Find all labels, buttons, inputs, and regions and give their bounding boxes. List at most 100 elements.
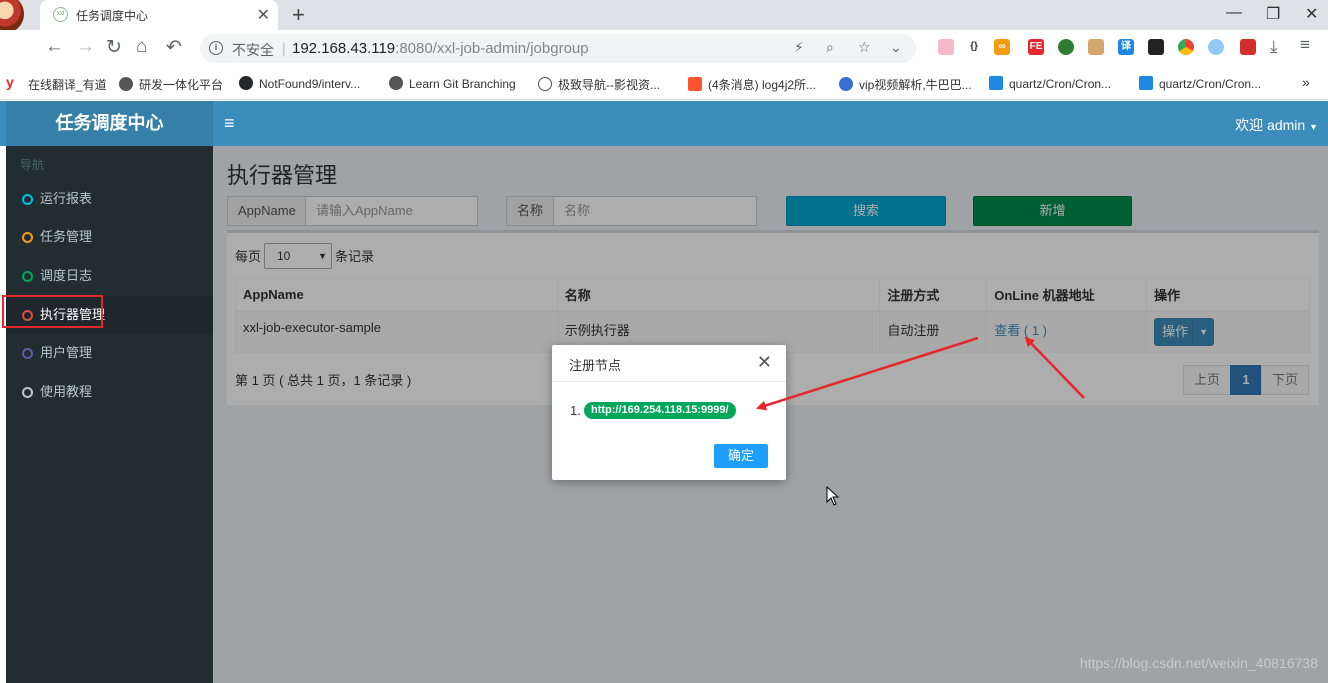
- download-icon[interactable]: ⤓: [1270, 37, 1278, 57]
- bookmark-label: vip视频解析,牛巴巴...: [859, 78, 972, 92]
- user-menu[interactable]: 欢迎 admin ▼: [1235, 115, 1318, 135]
- bookmark-label: quartz/Cron/Cron...: [1009, 77, 1112, 91]
- zoom-icon[interactable]: ⌕: [826, 39, 834, 56]
- circle-icon: [22, 194, 33, 205]
- window-close-icon[interactable]: ✕: [1305, 4, 1318, 24]
- xxl-favicon-icon: xxl: [53, 7, 68, 22]
- bookmark-item[interactable]: 在线翻译_有道: [28, 76, 107, 93]
- caret-down-icon: ▼: [1309, 122, 1318, 132]
- node-list-number: 1.: [570, 403, 581, 418]
- url-host: 192.168.43.119: [292, 40, 396, 57]
- sidebar-item-label: 执行器管理: [40, 307, 106, 322]
- nav-header: 导航: [20, 158, 45, 172]
- tab-title: 任务调度中心: [76, 9, 149, 23]
- youdao-icon[interactable]: y: [6, 74, 14, 90]
- registered-nodes-dialog: 注册节点 ✕ 1. http://169.254.118.15:9999/ 确定: [552, 345, 786, 480]
- extension-icon[interactable]: [1208, 39, 1224, 55]
- browser-tabstrip: xxl 任务调度中心 ✕ + — ❐ ✕: [0, 0, 1328, 32]
- dialog-divider: [552, 381, 786, 382]
- circle-icon: [22, 271, 33, 282]
- menu-icon[interactable]: ≡: [1300, 35, 1310, 55]
- restore-icon[interactable]: ❐: [1266, 4, 1280, 24]
- minimize-icon[interactable]: —: [1226, 4, 1242, 22]
- sidebar-item-label: 使用教程: [40, 384, 93, 399]
- mouse-cursor-icon: [826, 486, 840, 506]
- profile-avatar[interactable]: [0, 0, 24, 32]
- bookmark-label: 研发一体化平台: [139, 78, 224, 92]
- sidebar-item-label: 任务管理: [40, 229, 93, 244]
- lightning-icon[interactable]: ⚡: [794, 39, 804, 56]
- back-icon[interactable]: ←: [45, 36, 64, 58]
- json-extension-icon[interactable]: {}: [966, 39, 982, 55]
- url-text: 192.168.43.119:8080/xxl-job-admin/jobgro…: [292, 40, 589, 57]
- forward-icon[interactable]: →: [76, 36, 95, 58]
- circle-icon: [22, 348, 33, 359]
- bookmark-label: Learn Git Branching: [409, 77, 516, 91]
- sidebar-item-jobs[interactable]: 任务管理: [6, 218, 213, 256]
- welcome-text: 欢迎 admin: [1235, 117, 1306, 133]
- star-icon[interactable]: ☆: [858, 39, 871, 56]
- home-icon[interactable]: ⌂: [136, 36, 147, 58]
- circle-icon: [22, 387, 33, 398]
- sidebar-item-executors[interactable]: 执行器管理: [6, 296, 213, 334]
- chrome-extension-icon[interactable]: [1178, 39, 1194, 55]
- confirm-button[interactable]: 确定: [714, 444, 768, 468]
- info-icon[interactable]: i: [209, 41, 223, 55]
- bookmarks-bar: y 在线翻译_有道 研发一体化平台 NotFound9/interv... Le…: [0, 66, 1328, 100]
- security-label: 不安全: [232, 42, 274, 58]
- sidebar-item-users[interactable]: 用户管理: [6, 334, 213, 372]
- csdn-icon: [688, 77, 702, 91]
- translate-extension-icon[interactable]: 译: [1118, 39, 1134, 55]
- bookmark-label: quartz/Cron/Cron...: [1159, 77, 1262, 91]
- address-bar[interactable]: i 不安全 | 192.168.43.119:8080/xxl-job-admi…: [200, 34, 916, 63]
- pdf-extension-icon[interactable]: [1240, 39, 1256, 55]
- circle-icon: [22, 232, 33, 243]
- close-icon[interactable]: ✕: [257, 5, 270, 25]
- app-logo[interactable]: 任务调度中心: [6, 101, 213, 146]
- bookmarks-more-icon[interactable]: »: [1302, 74, 1310, 90]
- extension-icon[interactable]: [938, 39, 954, 55]
- sidebar-toggle-icon[interactable]: ≡: [224, 113, 235, 134]
- extension-icon[interactable]: ∞: [994, 39, 1010, 55]
- sidebar-item-reports[interactable]: 运行报表: [6, 180, 213, 218]
- sidebar-item-logs[interactable]: 调度日志: [6, 257, 213, 295]
- bookmark-item[interactable]: (4条消息) log4j2所...: [688, 76, 816, 93]
- browser-tab[interactable]: xxl 任务调度中心 ✕: [40, 0, 278, 30]
- bookmark-label: NotFound9/interv...: [259, 77, 361, 91]
- sidebar-item-tutorial[interactable]: 使用教程: [6, 373, 213, 411]
- globe-icon: [119, 77, 133, 91]
- sidebar-item-label: 用户管理: [40, 345, 93, 360]
- bilibili-icon: [1139, 76, 1153, 90]
- extension-icon[interactable]: [1148, 39, 1164, 55]
- bookmark-item[interactable]: vip视频解析,牛巴巴...: [839, 76, 972, 93]
- address-separator: |: [282, 40, 286, 56]
- reload-icon[interactable]: ↻: [106, 36, 122, 59]
- bilibili-icon: [989, 76, 1003, 90]
- sidebar-item-label: 调度日志: [40, 268, 93, 283]
- sidebar-item-label: 运行报表: [40, 191, 93, 206]
- extension-icon[interactable]: [1058, 39, 1074, 55]
- undo-icon[interactable]: ↶: [166, 36, 182, 59]
- close-icon[interactable]: ✕: [757, 352, 772, 373]
- node-address-badge: http://169.254.118.15:9999/: [584, 402, 736, 419]
- leaf-icon: [538, 77, 552, 91]
- bookmark-label: 在线翻译_有道: [28, 78, 107, 92]
- fe-extension-icon[interactable]: FE: [1028, 39, 1044, 55]
- bookmark-item[interactable]: 研发一体化平台: [119, 76, 223, 93]
- circle-icon: [22, 310, 33, 321]
- bookmark-item[interactable]: NotFound9/interv...: [239, 76, 360, 91]
- chevron-down-icon[interactable]: ⌄: [890, 39, 902, 56]
- bookmark-item[interactable]: 极致导航--影视资...: [538, 76, 660, 93]
- app-header: 任务调度中心 ≡ 欢迎 admin ▼: [0, 101, 1328, 146]
- new-tab-icon[interactable]: +: [292, 2, 305, 28]
- extension-icon[interactable]: [1088, 39, 1104, 55]
- bookmark-label: (4条消息) log4j2所...: [708, 78, 817, 92]
- globe-icon: [389, 76, 403, 90]
- dialog-title: 注册节点: [569, 358, 622, 373]
- rocket-icon: [839, 77, 853, 91]
- bookmark-item[interactable]: quartz/Cron/Cron...: [989, 76, 1111, 91]
- bookmark-item[interactable]: quartz/Cron/Cron...: [1139, 76, 1261, 91]
- sidebar: 导航 运行报表 任务管理 调度日志 执行器管理 用户管理 使用教程: [6, 146, 213, 683]
- bookmark-item[interactable]: Learn Git Branching: [389, 76, 516, 91]
- bookmark-label: 极致导航--影视资...: [558, 78, 660, 92]
